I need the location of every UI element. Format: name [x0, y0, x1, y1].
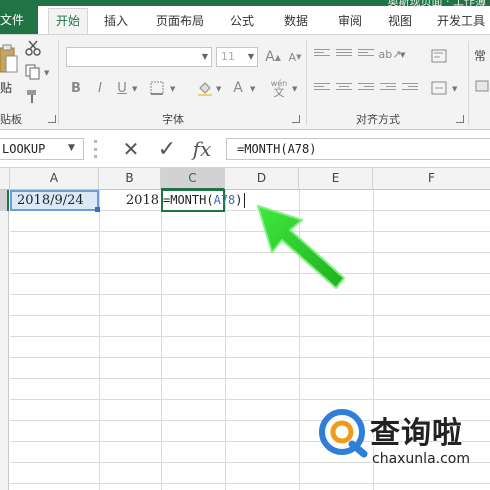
- row-headers[interactable]: [0, 190, 9, 490]
- tab-file[interactable]: 文件: [0, 6, 38, 34]
- orientation-icon[interactable]: ab↗: [379, 45, 402, 63]
- paste-button[interactable]: [0, 41, 18, 79]
- chevron-down-icon: ▼: [247, 52, 254, 61]
- tab-review[interactable]: 审阅: [334, 9, 366, 33]
- font-color-dropdown-icon[interactable]: ▼: [250, 85, 255, 93]
- font-launcher-icon[interactable]: [292, 115, 300, 123]
- tab-home[interactable]: 开始: [48, 8, 88, 35]
- watermark-url: chaxunla.com: [372, 451, 470, 467]
- underline-dropdown-icon[interactable]: ▼: [132, 85, 137, 93]
- align-right-icon[interactable]: [358, 83, 374, 95]
- chevron-down-icon: ▼: [201, 52, 208, 61]
- clipboard-group-label: 贴板: [0, 113, 22, 126]
- font-size-combo[interactable]: 11 ▼: [216, 47, 258, 67]
- group-divider: [468, 41, 469, 125]
- increase-indent-icon[interactable]: [402, 83, 418, 95]
- tab-insert[interactable]: 插入: [100, 9, 132, 33]
- ribbon: 贴 ▼ 贴板 ▼ 11 ▼ A ▲ A ▼ B I U ▼ ▼ ▼ A ▼ wén 文 …: [0, 34, 490, 130]
- phonetic-dropdown-icon[interactable]: ▼: [292, 85, 297, 93]
- formula-input[interactable]: =MONTH(A78): [226, 138, 490, 160]
- name-box-dropdown-icon[interactable]: ▼: [68, 143, 75, 153]
- wrap-text-icon[interactable]: [430, 47, 448, 65]
- format-painter-icon[interactable]: [24, 87, 42, 105]
- number-format-label[interactable]: 常: [474, 47, 486, 64]
- formula-bar: LOOKUP ▼ ✕ ✓ fx =MONTH(A78): [0, 130, 490, 168]
- align-top-icon[interactable]: [314, 49, 330, 61]
- group-divider: [58, 41, 59, 125]
- cell-a-date[interactable]: 2018/9/24: [10, 190, 99, 211]
- group-divider: [306, 41, 307, 125]
- cancel-entry-icon[interactable]: ✕: [116, 136, 146, 162]
- column-header-d[interactable]: D: [225, 168, 299, 190]
- bold-icon[interactable]: B: [68, 79, 84, 97]
- confirm-entry-icon[interactable]: ✓: [152, 136, 182, 162]
- copy-dropdown-icon[interactable]: ▼: [44, 69, 49, 77]
- align-middle-icon[interactable]: [336, 49, 352, 61]
- gridline: [161, 190, 162, 490]
- tab-page-layout[interactable]: 页面布局: [152, 9, 208, 33]
- fill-color-icon[interactable]: [196, 79, 214, 97]
- paste-label: 贴: [0, 81, 13, 95]
- font-group-label: 字体: [162, 113, 184, 126]
- column-header-a[interactable]: A: [10, 168, 99, 190]
- italic-icon[interactable]: I: [92, 79, 108, 97]
- watermark: 查询啦 chaxunla.com: [318, 404, 478, 476]
- merge-dropdown-icon[interactable]: ▼: [452, 85, 457, 93]
- watermark-name: 查询啦: [370, 416, 463, 451]
- column-header-c[interactable]: C: [161, 168, 225, 190]
- gridline: [99, 190, 100, 490]
- decrease-font-icon[interactable]: A ▼: [286, 47, 304, 67]
- clipboard-icon: [0, 44, 18, 73]
- font-color-icon[interactable]: A: [230, 79, 246, 97]
- formula-bar-grip-icon[interactable]: [94, 140, 98, 158]
- clipboard-launcher-icon[interactable]: [48, 115, 56, 123]
- formula-text: =MONTH(: [163, 193, 214, 207]
- ribbon-tabs: 文件 开始 插入 页面布局 公式 数据 审阅 视图 开发工具: [0, 6, 490, 35]
- copy-icon[interactable]: [24, 63, 42, 81]
- tab-formulas[interactable]: 公式: [226, 9, 258, 33]
- select-all-corner[interactable]: [0, 168, 10, 190]
- orientation-dropdown-icon[interactable]: ▼: [400, 51, 405, 59]
- align-center-icon[interactable]: [336, 83, 352, 95]
- magnifier-logo-icon: [319, 409, 368, 458]
- cell-reference: A78: [213, 193, 236, 207]
- tab-developer[interactable]: 开发工具: [432, 9, 490, 33]
- decrease-indent-icon[interactable]: [380, 83, 396, 95]
- font-name-combo[interactable]: ▼: [66, 47, 212, 67]
- column-header-e[interactable]: E: [299, 168, 373, 190]
- alignment-launcher-icon[interactable]: [456, 115, 464, 123]
- increase-font-icon[interactable]: A ▲: [264, 47, 282, 67]
- borders-dropdown-icon[interactable]: ▼: [170, 85, 175, 93]
- phonetic-guide-icon[interactable]: wén 文: [268, 77, 290, 99]
- column-header-f[interactable]: F: [373, 168, 490, 190]
- borders-icon[interactable]: [148, 79, 166, 97]
- column-header-b[interactable]: B: [99, 168, 161, 190]
- row-header-selected[interactable]: [0, 190, 9, 211]
- alignment-group-label: 对齐方式: [356, 113, 400, 126]
- align-bottom-icon[interactable]: [358, 49, 374, 61]
- font-size-value: 11: [221, 50, 235, 63]
- cut-icon[interactable]: [24, 39, 42, 57]
- tab-view[interactable]: 视图: [384, 9, 416, 33]
- gridline: [225, 190, 226, 490]
- fill-color-dropdown-icon[interactable]: ▼: [216, 85, 221, 93]
- annotation-arrow-icon: [257, 205, 345, 289]
- insert-function-icon[interactable]: fx: [186, 136, 218, 162]
- cell-b-year[interactable]: 2018: [99, 190, 161, 211]
- underline-icon[interactable]: U: [114, 79, 130, 97]
- accounting-format-icon[interactable]: [474, 77, 490, 95]
- align-left-icon[interactable]: [314, 83, 330, 95]
- merge-center-icon[interactable]: [430, 79, 448, 97]
- tab-data[interactable]: 数据: [280, 9, 312, 33]
